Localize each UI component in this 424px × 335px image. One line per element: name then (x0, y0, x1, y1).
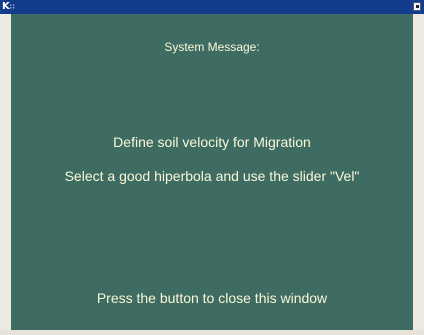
close-icon[interactable] (413, 2, 421, 11)
title-bar[interactable]: K∷ (0, 0, 424, 14)
message-window: K∷ System Message: Define soil velocity … (0, 0, 424, 335)
message-heading: System Message: (164, 40, 260, 54)
message-line-2: Select a good hiperbola and use the slid… (64, 168, 360, 184)
window-bottom-edge (0, 330, 424, 335)
message-line-1: Define soil velocity for Migration (113, 134, 311, 150)
close-instruction: Press the button to close this window (96, 290, 328, 306)
kde-k-icon[interactable]: K∷ (2, 1, 20, 13)
message-content[interactable]: System Message: Define soil velocity for… (11, 14, 413, 330)
